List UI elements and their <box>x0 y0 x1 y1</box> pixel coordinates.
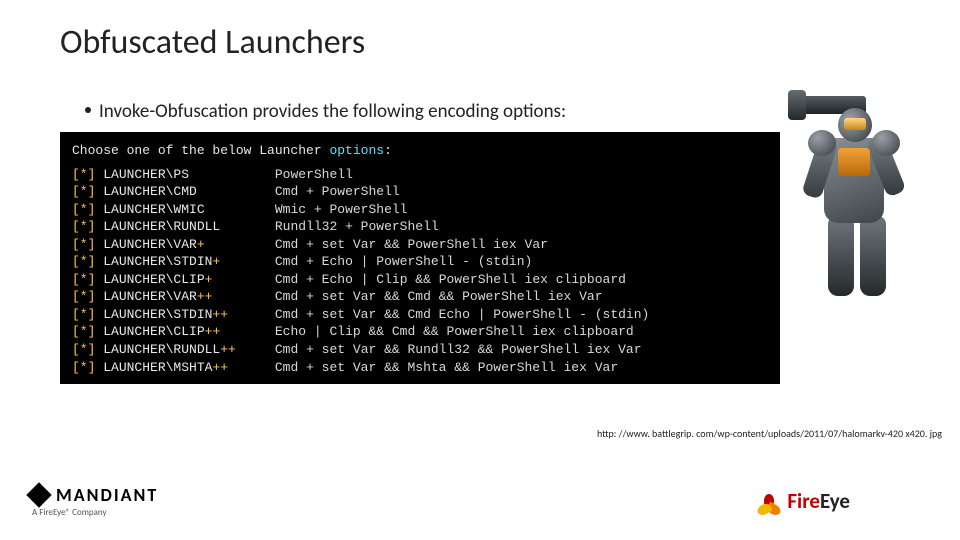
robot-leg-icon <box>828 216 854 296</box>
terminal-row: [*] LAUNCHER\VAR+ Cmd + set Var && Power… <box>72 236 768 254</box>
image-credit-url: http: //www. battlegrip. com/wp-content/… <box>597 427 942 440</box>
terminal-row: [*] LAUNCHER\PS PowerShell <box>72 166 768 184</box>
robot-shoulder-icon <box>808 130 836 156</box>
robot-gunbarrel-icon <box>788 90 806 120</box>
terminal-row: [*] LAUNCHER\MSHTA++ Cmd + set Var && Ms… <box>72 359 768 377</box>
mandiant-diamond-icon <box>26 482 51 507</box>
terminal-row: [*] LAUNCHER\RUNDLL++ Cmd + set Var && R… <box>72 341 768 359</box>
mandiant-logo: MANDIANT A FireEye® Company <box>30 484 210 518</box>
terminal-row: [*] LAUNCHER\WMIC Wmic + PowerShell <box>72 201 768 219</box>
terminal-header-keyword: options <box>329 143 384 158</box>
terminal-row: [*] LAUNCHER\RUNDLL Rundll32 + PowerShel… <box>72 218 768 236</box>
terminal-header-pre: Choose one of the below Launcher <box>72 143 329 158</box>
fireeye-text: FireEye <box>787 488 850 514</box>
terminal-block: Choose one of the below Launcher options… <box>60 132 780 384</box>
robot-visor-icon <box>844 118 866 130</box>
fireeye-swirl-icon <box>757 489 781 513</box>
terminal-row: [*] LAUNCHER\CLIP++ Echo | Clip && Cmd &… <box>72 323 768 341</box>
terminal-rows: [*] LAUNCHER\PS PowerShell[*] LAUNCHER\C… <box>72 166 768 377</box>
robot-chest-icon <box>838 148 870 176</box>
terminal-header: Choose one of the below Launcher options… <box>72 142 768 160</box>
fireeye-logo: FireEye <box>757 488 850 514</box>
bullet-dot-icon <box>85 107 91 113</box>
terminal-row: [*] LAUNCHER\STDIN++ Cmd + set Var && Cm… <box>72 306 768 324</box>
fireeye-fire: Fire <box>787 488 820 514</box>
terminal-row: [*] LAUNCHER\CMD Cmd + PowerShell <box>72 183 768 201</box>
bullet-line: Invoke-Obfuscation provides the followin… <box>85 100 566 123</box>
terminal-header-post: : <box>384 143 392 158</box>
mandiant-name: MANDIANT <box>56 484 158 506</box>
terminal-row: [*] LAUNCHER\VAR++ Cmd + set Var && Cmd … <box>72 288 768 306</box>
robot-image <box>788 68 938 303</box>
fireeye-eye: Eye <box>820 488 850 514</box>
terminal-row: [*] LAUNCHER\CLIP+ Cmd + Echo | Clip && … <box>72 271 768 289</box>
mandiant-subtitle: A FireEye® Company <box>32 507 210 518</box>
slide-title: Obfuscated Launchers <box>60 22 365 63</box>
terminal-row: [*] LAUNCHER\STDIN+ Cmd + Echo | PowerSh… <box>72 253 768 271</box>
robot-shoulder-icon <box>872 130 900 156</box>
bullet-text: Invoke-Obfuscation provides the followin… <box>99 100 566 123</box>
robot-leg-icon <box>860 216 886 296</box>
